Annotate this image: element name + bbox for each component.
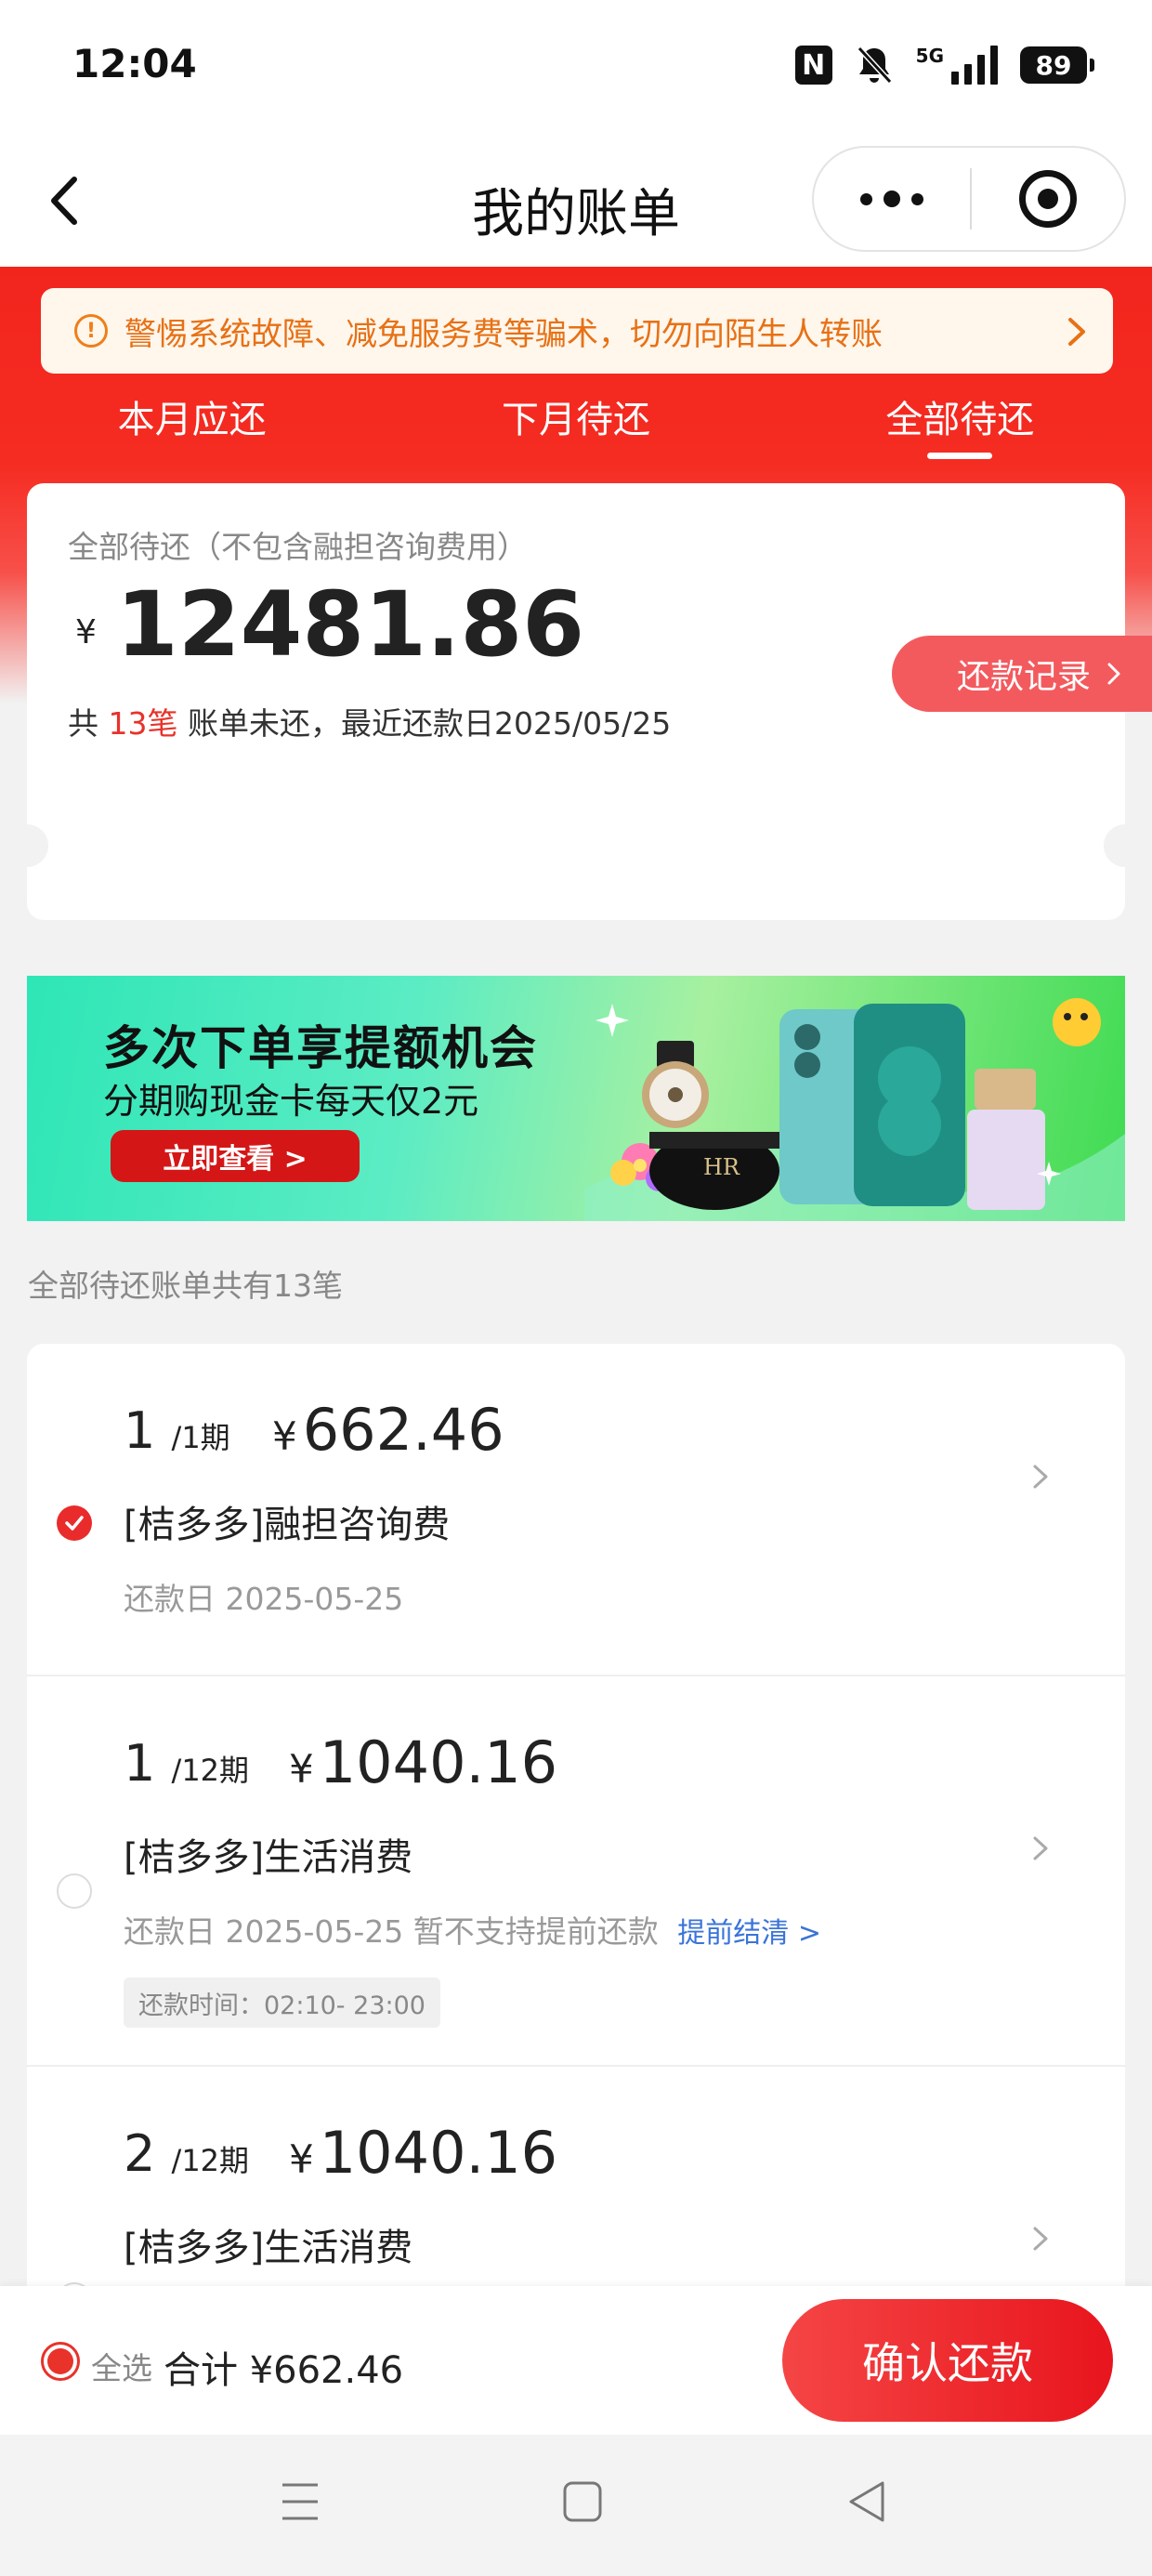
bill-count: 13笔 <box>108 705 178 742</box>
network-label: 5G <box>915 45 944 67</box>
summary-subtext: 共 13笔 账单未还，最近还款日2025/05/25 <box>68 699 671 743</box>
more-icon <box>911 192 923 205</box>
confirm-repay-button[interactable]: 确认还款 <box>782 2299 1113 2422</box>
early-settle-link[interactable]: 提前结清 > <box>677 1917 821 1950</box>
close-target-icon <box>1019 170 1077 228</box>
bill-due-date: 还款日 2025-05-25 <box>124 1581 404 1617</box>
tab-all-pending[interactable]: 全部待还 <box>768 376 1152 460</box>
chevron-right-icon <box>1107 663 1120 685</box>
bill-item[interactable]: 1 /1期 ¥662.46 [桔多多]融担咨询费 还款日 2025-05-25 <box>27 1344 1125 1676</box>
signal-bar <box>977 55 985 85</box>
bill-item[interactable]: 2 /12期 ¥1040.16 [桔多多]生活消费 <box>27 2067 1125 2286</box>
tab-next-month[interactable]: 下月待还 <box>384 376 767 460</box>
bill-period: 1 /1期 <box>124 1401 230 1460</box>
repayment-record-button[interactable]: 还款记录 <box>892 636 1152 712</box>
chevron-right-icon <box>1033 1836 1048 1860</box>
period-number: 2 <box>124 2124 156 2183</box>
back-nav-icon[interactable] <box>845 2477 888 2526</box>
bell-off-icon <box>857 46 892 85</box>
signal-bar <box>964 64 972 85</box>
total-pending-amount: 12481.86 <box>116 572 585 677</box>
system-nav-bar <box>0 2435 1152 2576</box>
chevron-right-icon <box>1033 2227 1048 2251</box>
bill-checkbox-checked[interactable] <box>57 1505 92 1541</box>
promo-products-image: HR <box>584 998 1125 1221</box>
promo-subtitle: 分期购现金卡每天仅2元 <box>103 1081 479 1122</box>
bill-amount: ¥662.46 <box>272 1396 504 1464</box>
card-notch <box>1104 824 1146 867</box>
status-bar: 12:04 N 5G 89 <box>0 0 1152 135</box>
summary-label: 全部待还（不包含融担咨询费用） <box>68 529 528 565</box>
tab-label: 全部待还 <box>885 399 1035 441</box>
more-icon <box>860 192 872 205</box>
nfc-icon: N <box>794 46 832 85</box>
period-total: /12期 <box>171 2143 250 2178</box>
promo-title: 多次下单享提额机会 <box>103 1021 538 1075</box>
home-icon[interactable] <box>561 2477 604 2526</box>
warning-text: 警惕系统故障、减免服务费等骗术，切勿向陌生人转账 <box>124 315 883 353</box>
currency-symbol: ¥ <box>289 2136 314 2182</box>
svg-text:HR: HR <box>703 1154 740 1180</box>
more-icon <box>884 191 900 207</box>
card-notch <box>6 824 48 867</box>
fraud-warning-banner[interactable]: ! 警惕系统故障、减免服务费等骗术，切勿向陌生人转账 <box>41 288 1113 374</box>
bill-amount-value: 1040.16 <box>319 1728 558 1796</box>
checkmark-icon <box>65 1516 84 1531</box>
total-amount: 合计 ¥662.46 <box>164 2349 404 2392</box>
summary-sub-prefix: 共 <box>68 705 109 742</box>
menu-icon[interactable] <box>279 2477 321 2526</box>
status-icons: N 5G 89 <box>794 45 1094 85</box>
bill-amount-value: 662.46 <box>302 1396 504 1464</box>
select-all-radio[interactable] <box>41 2342 80 2381</box>
mini-program-capsule <box>812 146 1126 252</box>
bill-due-date-row: 还款日 2025-05-25 暂不支持提前还款 提前结清 > <box>124 1907 821 1952</box>
repay-time-tag: 还款时间：02:10- 23:00 <box>124 1978 440 2028</box>
record-button-label: 还款记录 <box>957 658 1092 696</box>
period-number: 1 <box>124 1401 156 1460</box>
bill-amount-value: 1040.16 <box>319 2119 558 2187</box>
tab-active-indicator <box>927 453 993 459</box>
period-number: 1 <box>124 1734 156 1793</box>
signal-icon: 5G <box>916 46 998 85</box>
bill-item[interactable]: 1 /12期 ¥1040.16 [桔多多]生活消费 还款日 2025-05-25… <box>27 1676 1125 2067</box>
bill-period: 1 /12期 <box>124 1734 249 1793</box>
signal-bar <box>951 72 959 85</box>
bill-amount: ¥1040.16 <box>289 2119 557 2187</box>
tab-label: 下月待还 <box>501 399 650 441</box>
period-total: /1期 <box>171 1420 230 1455</box>
bill-name: [桔多多]生活消费 <box>124 2227 413 2269</box>
signal-bar <box>990 46 998 85</box>
bill-name: [桔多多]融担咨询费 <box>124 1504 451 1546</box>
tab-this-month[interactable]: 本月应还 <box>0 376 384 460</box>
bill-amount: ¥1040.16 <box>289 1728 557 1796</box>
bill-name: [桔多多]生活消费 <box>124 1836 413 1879</box>
promo-cta-button[interactable]: 立即查看 > <box>111 1130 360 1182</box>
battery-icon: 89 <box>1020 46 1094 84</box>
more-button[interactable] <box>814 148 970 250</box>
close-button[interactable] <box>972 148 1124 250</box>
tab-label: 本月应还 <box>117 399 267 441</box>
chevron-right-icon <box>1068 318 1085 346</box>
pay-bar: 全选 合计 ¥662.46 确认还款 <box>0 2286 1152 2435</box>
currency-symbol: ¥ <box>289 1746 314 1792</box>
bill-checkbox[interactable] <box>57 1873 92 1909</box>
chevron-right-icon <box>1033 1465 1048 1489</box>
period-total: /12期 <box>171 1753 250 1788</box>
bill-list: 1 /1期 ¥662.46 [桔多多]融担咨询费 还款日 2025-05-25 … <box>27 1344 1125 2286</box>
select-all-label[interactable]: 全选 <box>91 2344 152 2388</box>
bill-list-caption: 全部待还账单共有13笔 <box>28 1268 343 1304</box>
prepay-note: 暂不支持提前还款 <box>412 1913 659 1950</box>
summary-sub-suffix: 账单未还，最近还款日2025/05/25 <box>177 705 672 742</box>
currency-symbol: ¥ <box>272 1413 297 1459</box>
nav-bar: 我的账单 <box>0 135 1152 267</box>
warning-icon: ! <box>74 314 108 348</box>
promo-banner[interactable]: 多次下单享提额机会 分期购现金卡每天仅2元 立即查看 > HR <box>27 976 1125 1221</box>
currency-symbol: ¥ <box>75 613 97 651</box>
bill-due-date: 还款日 2025-05-25 <box>124 1913 404 1950</box>
status-time: 12:04 <box>72 41 197 86</box>
bill-tabs: 本月应还 下月待还 全部待还 <box>0 376 1152 460</box>
bill-period: 2 /12期 <box>124 2124 249 2183</box>
